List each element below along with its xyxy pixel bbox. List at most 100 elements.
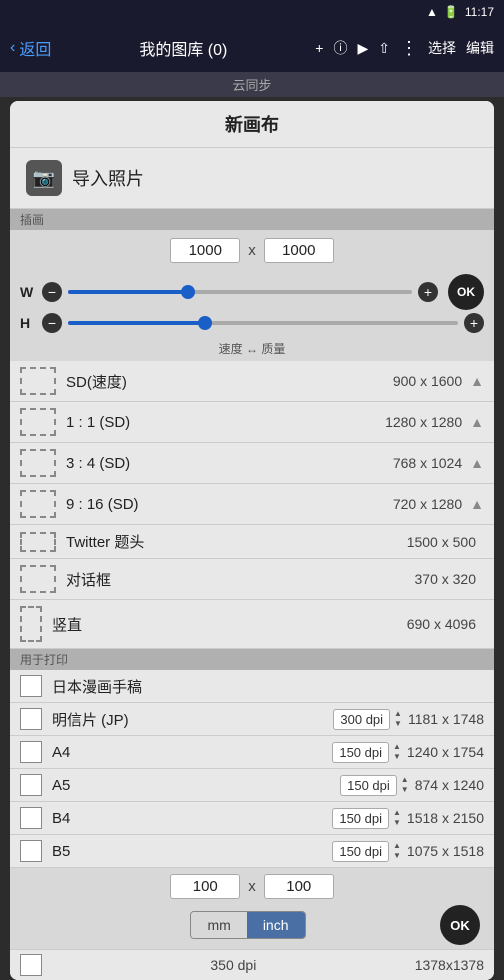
print-row-b5[interactable]: B5 150 dpi ▲ ▼ 1075 x 1518: [10, 835, 494, 868]
ok-button[interactable]: OK: [448, 274, 484, 310]
play-icon[interactable]: ▶: [357, 40, 368, 57]
dpi-down-b4[interactable]: ▼: [393, 818, 401, 828]
print-dpi-b5[interactable]: 150 dpi: [332, 841, 389, 862]
height-plus-button[interactable]: +: [464, 313, 484, 333]
print-name-manga: 日本漫画手稿: [52, 676, 484, 697]
width-plus-button[interactable]: +: [418, 282, 438, 302]
preset-arrow-3-4: ▲: [470, 455, 484, 471]
preset-icon-9-16: [20, 490, 56, 518]
bottom-partial-checkbox[interactable]: [20, 954, 42, 976]
preset-row-vertical[interactable]: 竖直 690 x 4096: [10, 600, 494, 649]
print-checkbox-b5[interactable]: [20, 840, 42, 862]
height-slider-thumb[interactable]: [198, 316, 212, 330]
print-dpi-arrows-b4[interactable]: ▲ ▼: [393, 808, 401, 827]
preset-arrow-9-16: ▲: [470, 496, 484, 512]
select-label[interactable]: 选择: [428, 38, 456, 58]
print-row-a4[interactable]: A4 150 dpi ▲ ▼ 1240 x 1754: [10, 736, 494, 769]
dpi-up-b4[interactable]: ▲: [393, 808, 401, 818]
preset-size-3-4: 768 x 1024: [393, 455, 462, 471]
share-icon[interactable]: ⇧: [378, 40, 390, 57]
dpi-down-a4[interactable]: ▼: [393, 752, 401, 762]
preset-arrow-1-1: ▲: [470, 414, 484, 430]
preset-row-sd[interactable]: SD(速度) 900 x 1600 ▲: [10, 361, 494, 402]
width-slider-track[interactable]: [68, 290, 412, 294]
edit-label[interactable]: 编辑: [466, 38, 494, 58]
print-row-a5[interactable]: A5 150 dpi ▲ ▼ 874 x 1240: [10, 769, 494, 802]
back-label: 返回: [19, 36, 51, 60]
dpi-up-b5[interactable]: ▲: [393, 841, 401, 851]
print-size-postcard: 1181 x 1748: [408, 711, 484, 727]
battery-icon: 🔋: [444, 5, 459, 19]
preset-arrow-sd: ▲: [470, 373, 484, 389]
dpi-down-a5[interactable]: ▼: [401, 785, 409, 795]
bottom-ok-button[interactable]: OK: [440, 905, 480, 945]
print-row-postcard[interactable]: 明信片 (JP) 300 dpi ▲ ▼ 1181 x 1748: [10, 703, 494, 736]
dpi-up-postcard[interactable]: ▲: [394, 709, 402, 719]
print-size-a4: 1240 x 1754: [407, 744, 484, 760]
print-dpi-arrows-a4[interactable]: ▲ ▼: [393, 742, 401, 761]
preset-row-1-1[interactable]: 1 : 1 (SD) 1280 x 1280 ▲: [10, 402, 494, 443]
canvas-height-input[interactable]: 1000: [264, 238, 334, 263]
bottom-partial-dpi: 350 dpi: [52, 957, 415, 973]
preset-name-dialog-box: 对话框: [66, 569, 415, 590]
section-label-illustration: 插画: [10, 209, 494, 230]
unit-toggle[interactable]: mm inch: [190, 911, 305, 939]
width-label: W: [20, 284, 36, 300]
print-row-b4[interactable]: B4 150 dpi ▲ ▼ 1518 x 2150: [10, 802, 494, 835]
print-checkbox-manga[interactable]: [20, 675, 42, 697]
print-dpi-arrows-b5[interactable]: ▲ ▼: [393, 841, 401, 860]
print-checkbox-b4[interactable]: [20, 807, 42, 829]
back-button[interactable]: ‹ 返回: [10, 36, 51, 60]
dpi-down-b5[interactable]: ▼: [393, 851, 401, 861]
height-label: H: [20, 315, 36, 331]
preset-icon-1-1: [20, 408, 56, 436]
print-dpi-a4[interactable]: 150 dpi: [332, 742, 389, 763]
print-size-a5: 874 x 1240: [415, 777, 484, 793]
preset-size-twitter: 1500 x 500: [407, 534, 476, 550]
more-icon[interactable]: ⋮: [400, 38, 418, 59]
bottom-width-input[interactable]: 100: [170, 874, 240, 899]
preset-name-vertical: 竖直: [52, 614, 407, 635]
print-checkbox-a4[interactable]: [20, 741, 42, 763]
height-minus-button[interactable]: −: [42, 313, 62, 333]
preset-icon-sd: [20, 367, 56, 395]
print-checkbox-postcard[interactable]: [20, 708, 42, 730]
print-dpi-a5[interactable]: 150 dpi: [340, 775, 397, 796]
top-nav: ‹ 返回 我的图库 (0) + ⓘ ▶ ⇧ ⋮ 选择 编辑: [0, 24, 504, 72]
preset-row-twitter[interactable]: Twitter 题头 1500 x 500: [10, 525, 494, 559]
cloud-sync-label: 云同步: [232, 78, 271, 93]
print-row-manga[interactable]: 日本漫画手稿: [10, 670, 494, 703]
print-dpi-arrows-a5[interactable]: ▲ ▼: [401, 775, 409, 794]
unit-mm-button[interactable]: mm: [191, 912, 246, 938]
import-section[interactable]: 📷 导入照片: [10, 148, 494, 209]
width-slider-thumb[interactable]: [181, 285, 195, 299]
preset-row-9-16[interactable]: 9 : 16 (SD) 720 x 1280 ▲: [10, 484, 494, 525]
print-name-a4: A4: [52, 744, 332, 761]
print-checkbox-a5[interactable]: [20, 774, 42, 796]
dpi-up-a5[interactable]: ▲: [401, 775, 409, 785]
print-dpi-b4[interactable]: 150 dpi: [332, 808, 389, 829]
dpi-down-postcard[interactable]: ▼: [394, 719, 402, 729]
preset-row-3-4[interactable]: 3 : 4 (SD) 768 x 1024 ▲: [10, 443, 494, 484]
print-size-b5: 1075 x 1518: [407, 843, 484, 859]
add-icon[interactable]: +: [315, 40, 323, 56]
info-icon[interactable]: ⓘ: [333, 38, 347, 58]
print-dpi-postcard[interactable]: 300 dpi: [333, 709, 390, 730]
bottom-height-input[interactable]: 100: [264, 874, 334, 899]
preset-name-9-16: 9 : 16 (SD): [66, 496, 393, 513]
preset-name-sd: SD(速度): [66, 371, 393, 392]
import-label: 导入照片: [72, 165, 144, 191]
preset-icon-twitter: [20, 532, 56, 552]
size-x-separator: x: [248, 242, 256, 259]
print-section-label: 用于打印: [10, 649, 494, 670]
unit-inch-button[interactable]: inch: [247, 912, 305, 938]
dpi-up-a4[interactable]: ▲: [393, 742, 401, 752]
preset-row-dialog-box[interactable]: 对话框 370 x 320: [10, 559, 494, 600]
height-slider-fill: [68, 321, 208, 325]
canvas-width-input[interactable]: 1000: [170, 238, 240, 263]
height-slider-row: H − +: [20, 313, 484, 333]
print-dpi-arrows-postcard[interactable]: ▲ ▼: [394, 709, 402, 728]
width-minus-button[interactable]: −: [42, 282, 62, 302]
back-chevron-icon: ‹: [10, 39, 15, 57]
height-slider-track[interactable]: [68, 321, 458, 325]
